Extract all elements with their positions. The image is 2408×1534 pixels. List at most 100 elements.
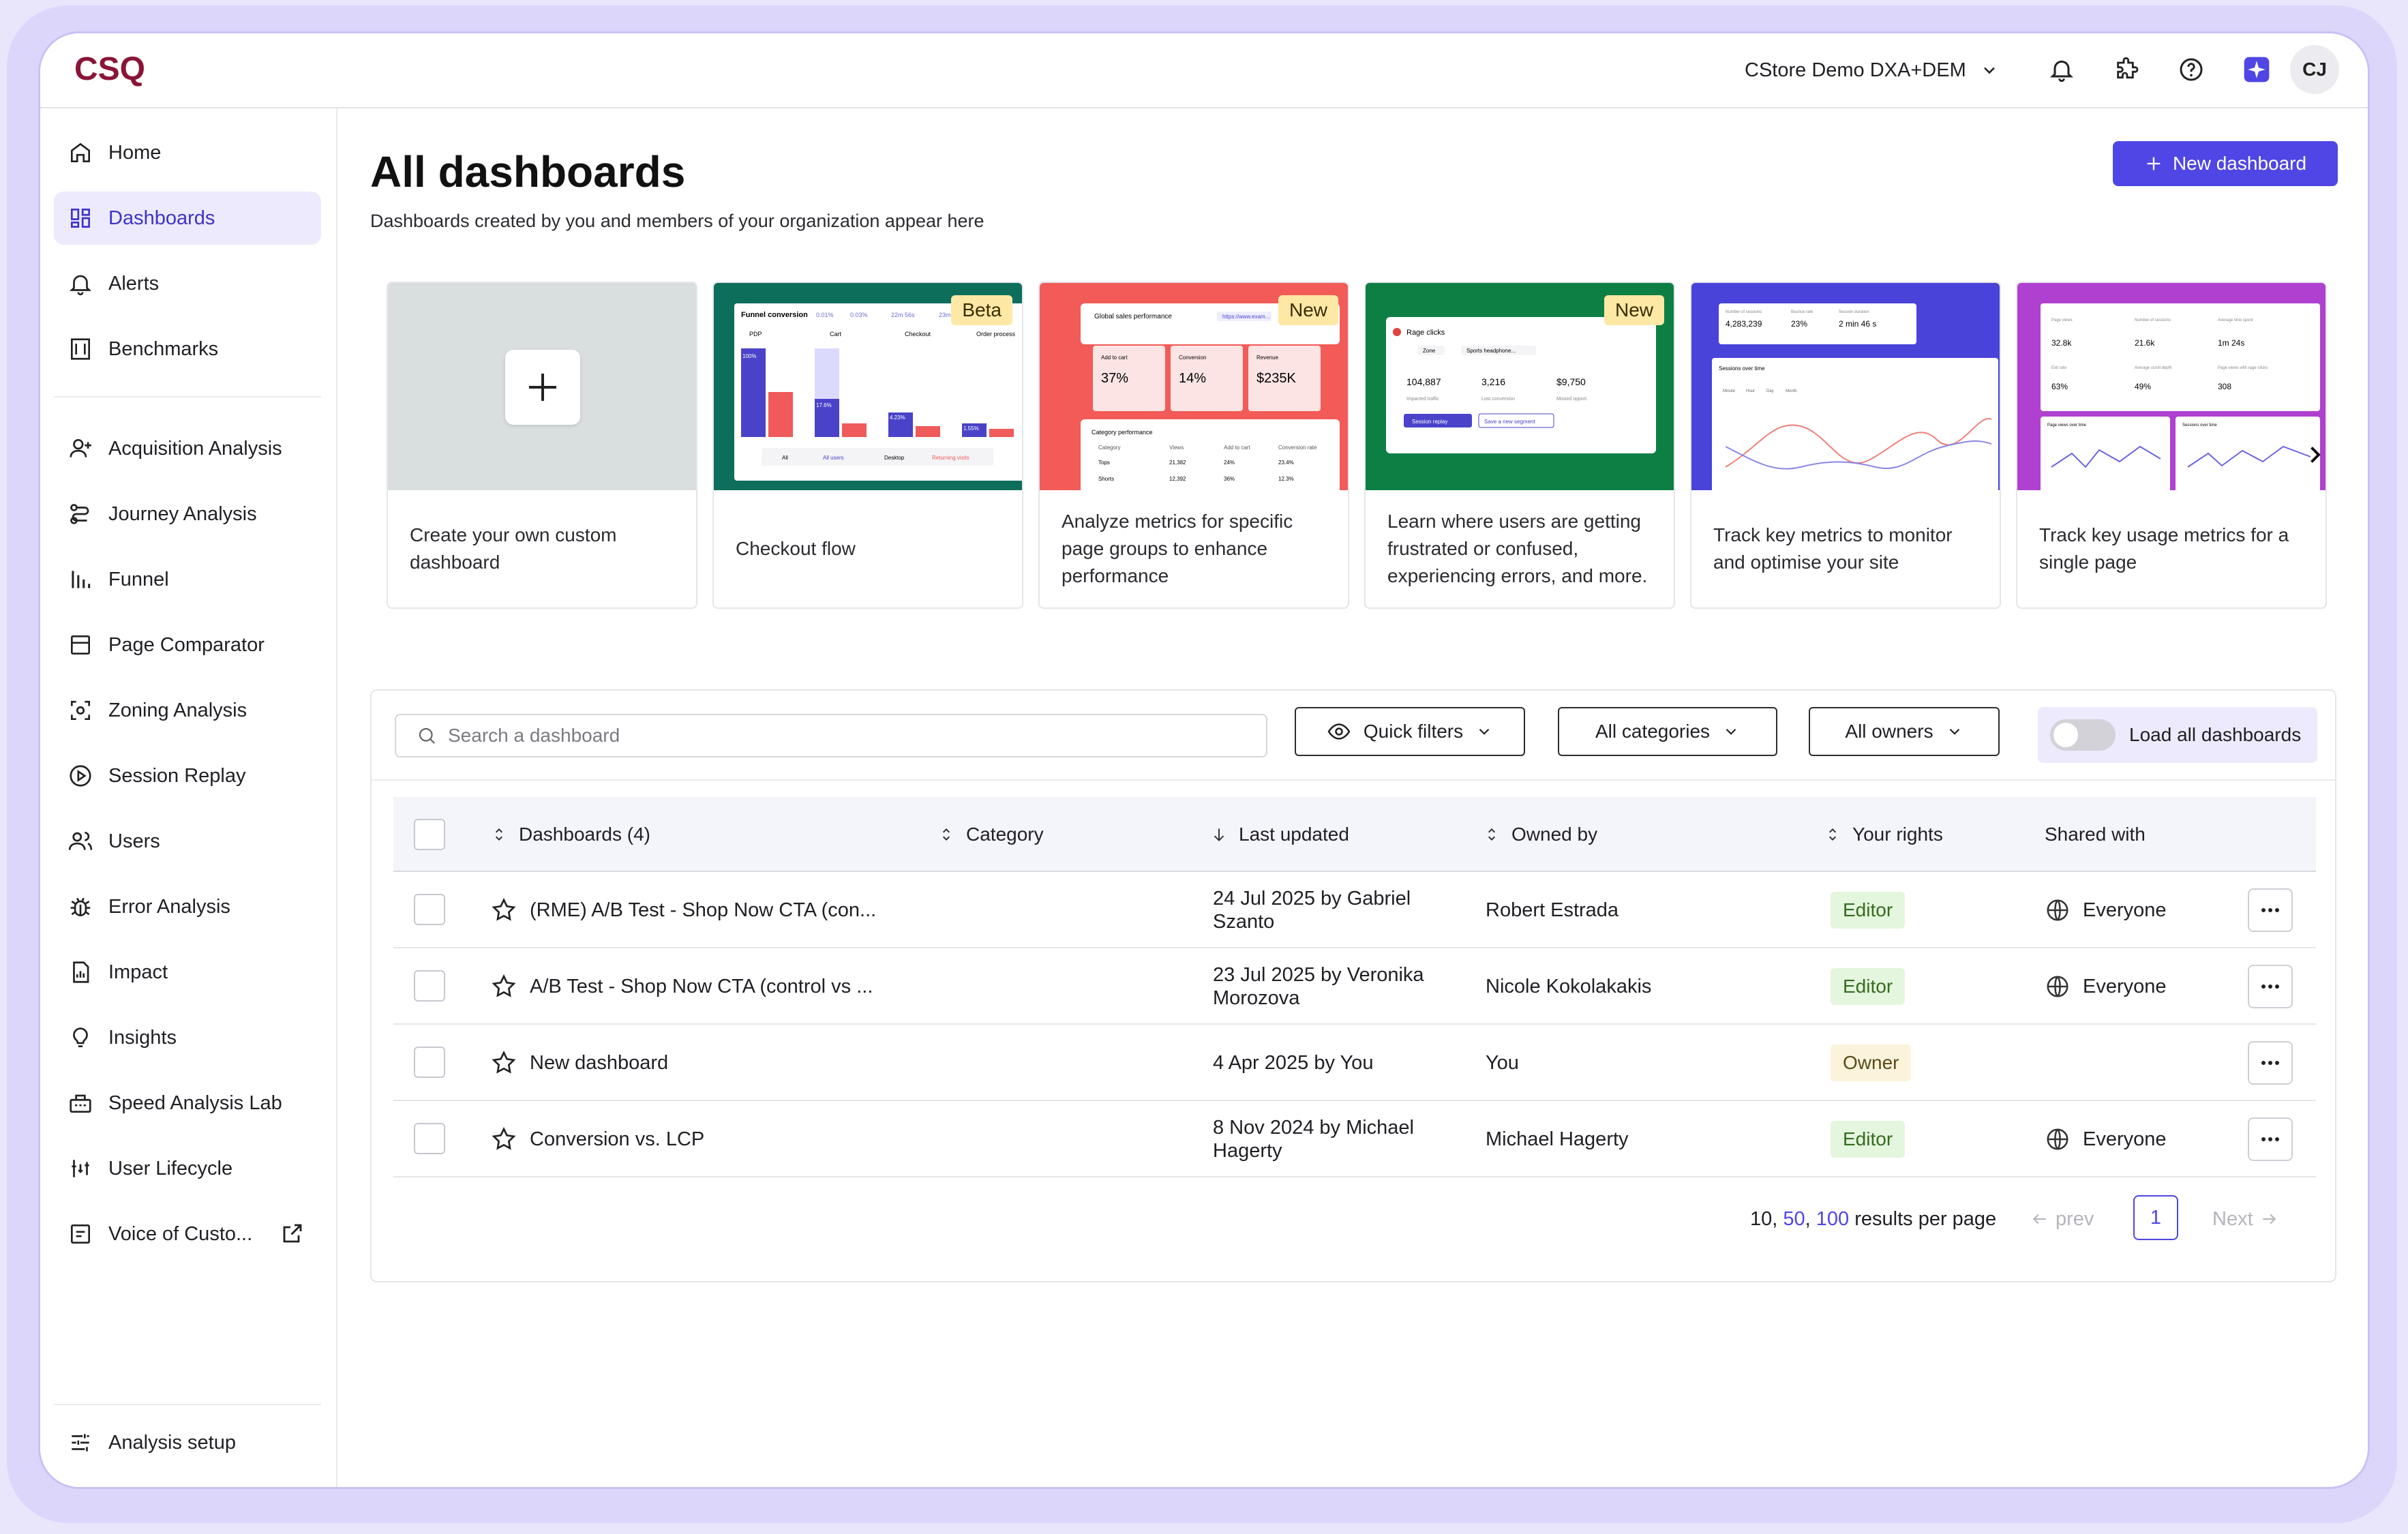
more-actions-button[interactable] (2248, 965, 2293, 1008)
sidebar-item-journey-analysis[interactable]: Journey Analysis (54, 487, 321, 541)
sidebar-item-speed-analysis-lab[interactable]: Speed Analysis Lab (54, 1077, 321, 1130)
more-actions-button[interactable] (2248, 1041, 2293, 1085)
svg-text:Category performance: Category performance (1092, 429, 1153, 436)
plus-icon (505, 350, 580, 425)
sidebar-item-dashboards[interactable]: Dashboards (54, 192, 321, 245)
template-card-custom[interactable]: Create your own custom dashboard (387, 282, 697, 609)
row-checkbox[interactable] (414, 1047, 445, 1078)
sidebar-item-users[interactable]: Users (54, 815, 321, 868)
column-header-owned-by[interactable]: Owned by (1483, 797, 1597, 872)
sidebar-item-voice-of-customer[interactable]: Voice of Custo... (54, 1207, 321, 1261)
brand-logo[interactable]: CSQ (73, 48, 162, 89)
toggle-switch[interactable] (2050, 719, 2116, 751)
dashboard-name[interactable]: A/B Test - Shop Now CTA (control vs ... (530, 948, 873, 1025)
table-row[interactable]: New dashboard 4 Apr 2025 by You You Owne… (393, 1025, 2316, 1101)
page-size-10[interactable]: 10 (1750, 1208, 1772, 1231)
quick-filters-dropdown[interactable]: Quick filters (1295, 707, 1525, 756)
column-header-dashboards[interactable]: Dashboards (4) (490, 797, 650, 872)
sidebar-item-insights[interactable]: Insights (54, 1011, 321, 1064)
puzzle-icon[interactable] (2110, 52, 2144, 87)
page-number-button[interactable]: 1 (2133, 1195, 2178, 1240)
sidebar-item-user-lifecycle[interactable]: User Lifecycle (54, 1142, 321, 1195)
sidebar-divider (54, 1404, 321, 1405)
carousel-next-icon[interactable] (2296, 436, 2326, 474)
column-header-last-updated[interactable]: Last updated (1210, 797, 1349, 872)
next-page-button[interactable]: Next (2212, 1195, 2278, 1243)
table-row[interactable]: Conversion vs. LCP 8 Nov 2024 by Michael… (393, 1101, 2316, 1177)
row-checkbox[interactable] (414, 1123, 445, 1154)
template-card-frustration[interactable]: Rage clicks Zone Sports headphone... 104… (1364, 282, 1675, 609)
environment-selector[interactable]: CStore Demo DXA+DEM (1745, 51, 1999, 89)
sort-icon (1828, 828, 1837, 841)
eye-icon (1327, 723, 1351, 740)
svg-text:All: All (782, 455, 788, 461)
app-window: CSQ CStore Demo DXA+DEM CJ Home Dashboar… (38, 31, 2370, 1489)
template-card-checkout-flow[interactable]: Funnel conversion 0.01% 0.03% 22m 56s 23… (712, 282, 1023, 609)
load-all-toggle[interactable]: Load all dashboards (2038, 707, 2317, 763)
favorite-star-icon[interactable] (490, 1101, 517, 1177)
globe-icon (2047, 1128, 2068, 1150)
column-header-category[interactable]: Category (937, 797, 1044, 872)
owner-name: Nicole Kokolakakis (1486, 976, 1652, 997)
sidebar-item-acquisition-analysis[interactable]: Acquisition Analysis (54, 422, 321, 475)
favorite-star-icon[interactable] (490, 872, 517, 948)
ellipsis-icon (2261, 908, 2279, 912)
search-input[interactable]: Search a dashboard (395, 714, 1267, 757)
favorite-star-icon[interactable] (490, 1025, 517, 1101)
svg-text:Sessions over time: Sessions over time (1719, 365, 1765, 372)
sidebar-item-home[interactable]: Home (54, 126, 321, 179)
prev-page-button[interactable]: prev (2031, 1195, 2094, 1243)
page-size-50[interactable]: 50 (1783, 1208, 1805, 1231)
sidebar-item-zoning-analysis[interactable]: Zoning Analysis (54, 684, 321, 737)
help-icon[interactable] (2174, 52, 2208, 87)
sidebar-item-impact[interactable]: Impact (54, 946, 321, 999)
favorite-star-icon[interactable] (490, 948, 517, 1025)
svg-text:Page views: Page views (2051, 318, 2073, 322)
template-card-single-page[interactable]: Page views Number of sessions Average ti… (2016, 282, 2327, 609)
page-size-100[interactable]: 100 (1816, 1208, 1849, 1231)
template-carousel: Create your own custom dashboard Funnel … (387, 282, 2368, 609)
shared-with: Everyone (2045, 1101, 2167, 1177)
sidebar-item-page-comparator[interactable]: Page Comparator (54, 618, 321, 672)
table-header: Dashboards (4) Category Last updated Own… (393, 797, 2316, 872)
new-dashboard-button[interactable]: New dashboard (2113, 141, 2338, 186)
svg-text:0.01%: 0.01% (816, 312, 834, 318)
dashboard-name[interactable]: Conversion vs. LCP (530, 1101, 704, 1177)
sidebar-item-session-replay[interactable]: Session Replay (54, 749, 321, 802)
sidebar-item-error-analysis[interactable]: Error Analysis (54, 880, 321, 933)
sidebar-item-alerts[interactable]: Alerts (54, 257, 321, 310)
row-checkbox[interactable] (414, 970, 445, 1002)
table-row[interactable]: (RME) A/B Test - Shop Now CTA (con... 24… (393, 872, 2316, 948)
categories-dropdown[interactable]: All categories (1558, 707, 1777, 756)
more-actions-button[interactable] (2248, 888, 2293, 932)
sidebar-item-benchmarks[interactable]: Benchmarks (54, 322, 321, 376)
sidebar-item-analysis-setup[interactable]: Analysis setup (54, 1416, 321, 1469)
select-all-checkbox[interactable] (414, 819, 445, 850)
external-link-icon[interactable] (280, 1221, 305, 1246)
svg-text:Zone: Zone (1423, 348, 1436, 354)
dashboard-grid-icon (70, 208, 91, 228)
bell-icon[interactable] (2045, 52, 2079, 87)
template-card-key-metrics[interactable]: Number of sessions Bounce rate Session d… (1690, 282, 2001, 609)
user-avatar[interactable]: CJ (2290, 45, 2339, 94)
dashboard-name[interactable]: New dashboard (530, 1025, 668, 1101)
svg-text:4,283,239: 4,283,239 (1726, 319, 1762, 329)
last-updated: 4 Apr 2025 by You (1213, 1052, 1374, 1074)
template-card-page-groups[interactable]: Global sales performance https://www.exa… (1038, 282, 1349, 609)
sidebar-item-funnel[interactable]: Funnel (54, 553, 321, 606)
svg-text:https://www.exam...: https://www.exam... (1222, 314, 1269, 320)
svg-text:Sports headphone...: Sports headphone... (1466, 348, 1516, 354)
more-actions-button[interactable] (2248, 1117, 2293, 1161)
owners-dropdown[interactable]: All owners (1809, 707, 2000, 756)
svg-text:PDP: PDP (749, 331, 762, 337)
dashboard-name[interactable]: (RME) A/B Test - Shop Now CTA (con... (530, 872, 876, 948)
ai-sparkle-icon[interactable] (2240, 52, 2274, 87)
svg-text:Average scroll depth: Average scroll depth (2135, 366, 2172, 370)
table-row[interactable]: A/B Test - Shop Now CTA (control vs ... … (393, 948, 2316, 1025)
svg-text:100%: 100% (742, 353, 756, 359)
key-metrics-thumbnail-graphic: Number of sessions Bounce rate Session d… (1712, 303, 1998, 490)
svg-text:0.03%: 0.03% (850, 312, 868, 318)
row-checkbox[interactable] (414, 894, 445, 925)
column-header-your-rights[interactable]: Your rights (1824, 797, 1943, 872)
svg-text:Add to cart: Add to cart (1224, 445, 1250, 451)
